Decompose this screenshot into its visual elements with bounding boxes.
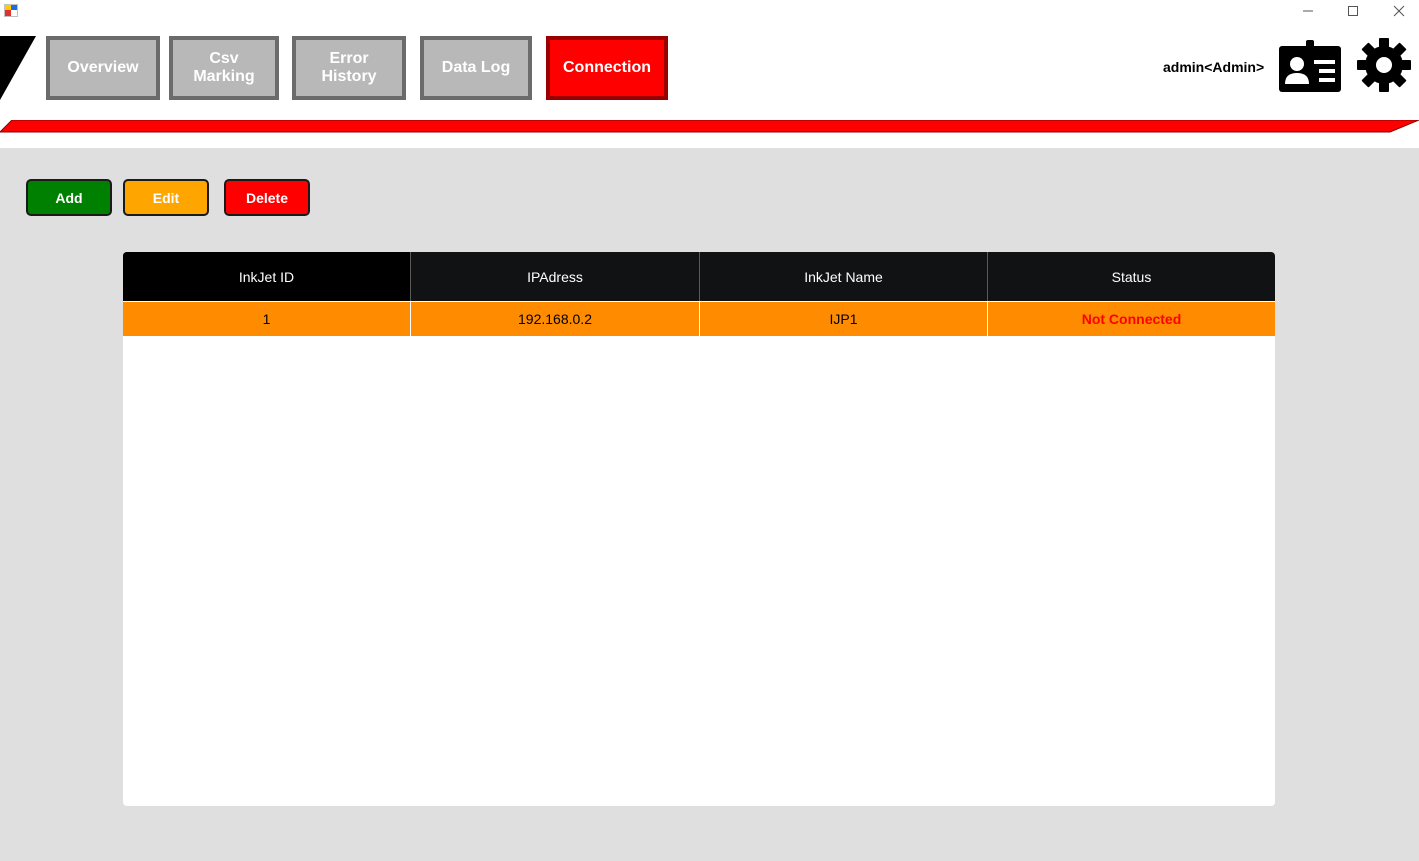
tab-data-log-label: Data Log	[441, 59, 511, 76]
tab-error-history-label: Error History	[321, 50, 377, 85]
logo-shape	[0, 36, 36, 100]
tab-overview-label: Overview	[67, 59, 139, 76]
cell-status[interactable]: Not Connected	[988, 302, 1275, 336]
header: Overview Csv Marking Error History Data …	[0, 24, 1419, 148]
cell-inkjet-id[interactable]: 1	[123, 302, 411, 336]
add-button[interactable]: Add	[26, 179, 112, 216]
column-header-status[interactable]: Status	[988, 252, 1275, 301]
column-header-inkjet-id[interactable]: InkJet ID	[123, 252, 411, 301]
close-icon	[1393, 5, 1405, 17]
table-row[interactable]: 1 192.168.0.2 IJP1 Not Connected	[123, 301, 1275, 336]
tab-connection-label: Connection	[563, 59, 651, 76]
tab-error-history[interactable]: Error History	[292, 36, 406, 100]
column-header-ipadress[interactable]: IPAdress	[411, 252, 700, 301]
edit-button[interactable]: Edit	[123, 179, 209, 216]
column-header-inkjet-name[interactable]: InkJet Name	[700, 252, 988, 301]
tab-overview[interactable]: Overview	[46, 36, 160, 100]
table-header: InkJet ID IPAdress InkJet Name Status	[123, 252, 1275, 301]
maximize-button[interactable]	[1330, 0, 1376, 22]
edit-button-label: Edit	[152, 189, 180, 206]
close-button[interactable]	[1376, 0, 1419, 22]
add-button-label: Add	[55, 189, 83, 206]
inkjet-table[interactable]: InkJet ID IPAdress InkJet Name Status 1 …	[123, 252, 1275, 806]
cell-ipadress[interactable]: 192.168.0.2	[411, 302, 700, 336]
delete-button-label: Delete	[245, 189, 289, 206]
maximize-icon	[1348, 6, 1358, 16]
delete-button[interactable]: Delete	[224, 179, 310, 216]
tab-data-log[interactable]: Data Log	[420, 36, 532, 100]
header-accent-bar	[0, 120, 1419, 133]
status-text: Not Connected	[1081, 311, 1182, 327]
tab-connection[interactable]: Connection	[546, 36, 668, 100]
tab-csv-marking[interactable]: Csv Marking	[169, 36, 279, 100]
main-content: Add Edit Delete InkJet ID IPAdress InkJe…	[0, 148, 1419, 861]
app-icon	[4, 4, 18, 17]
tab-csv-marking-label: Csv Marking	[193, 50, 255, 85]
minimize-icon	[1303, 10, 1313, 12]
gear-icon[interactable]	[1356, 37, 1412, 93]
id-card-icon[interactable]	[1279, 40, 1341, 92]
title-bar	[0, 0, 1419, 24]
minimize-button[interactable]	[1285, 0, 1331, 22]
cell-inkjet-name[interactable]: IJP1	[700, 302, 988, 336]
user-label: admin<Admin>	[1163, 59, 1265, 75]
